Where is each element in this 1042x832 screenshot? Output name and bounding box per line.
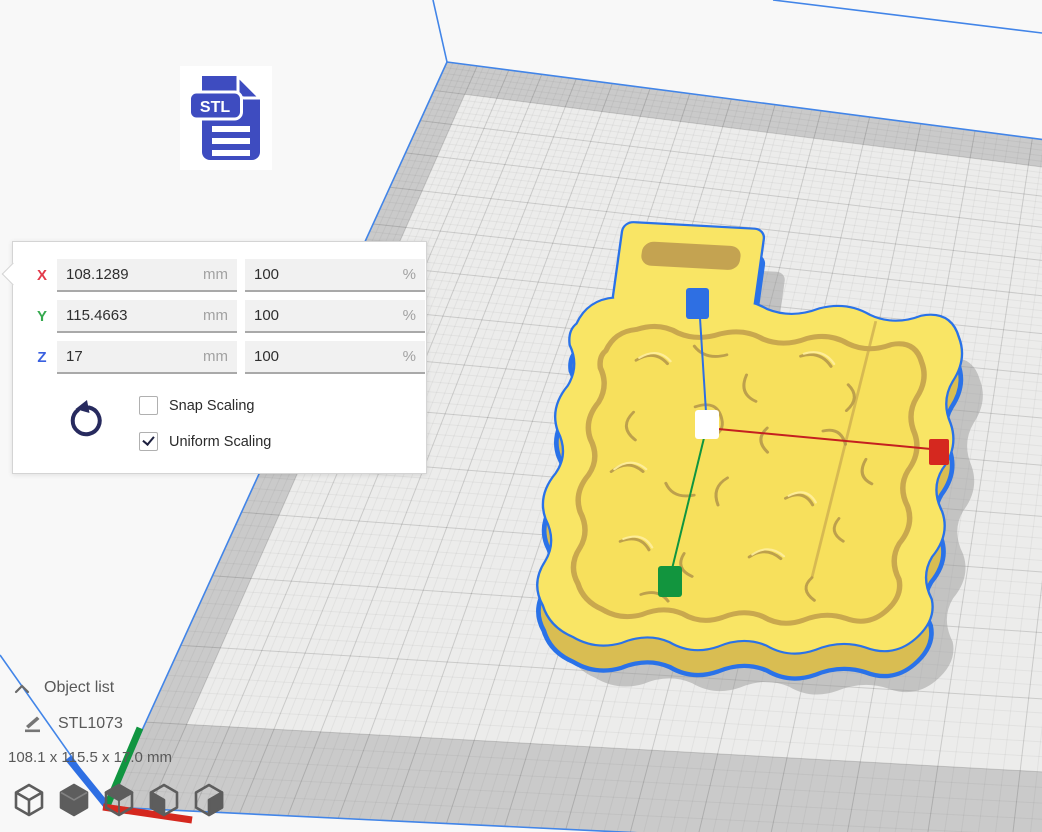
view-left-icon [145,781,183,819]
scale-y-percent-input[interactable] [245,307,403,324]
percent-unit-label: % [403,348,425,365]
reset-scale-button[interactable] [65,400,105,440]
view-3d-button[interactable] [10,781,48,819]
axis-y-label: Y [33,308,51,325]
axis-x-label: X [33,267,51,284]
snap-scaling-label: Snap Scaling [158,398,254,414]
scale-y-percent-field: % [245,300,425,333]
cura-workspace: { "file_icon": { "label": "STL" }, "scal… [0,0,1042,832]
stl-document-icon: STL [188,74,264,162]
mm-unit-label: mm [203,348,237,365]
scale-z-mm-field: mm [57,341,237,374]
view-front-icon [55,781,93,819]
axis-z-label: Z [33,349,51,366]
scale-y-mm-field: mm [57,300,237,333]
scale-z-percent-input[interactable] [245,348,403,365]
scale-row-x: X mm % [13,259,426,292]
camera-view-toolbar [10,781,228,819]
view-top-button[interactable] [100,781,138,819]
scale-handle-x[interactable] [929,439,949,465]
scale-handle-center[interactable] [695,410,719,439]
mm-unit-label: mm [203,307,237,324]
selected-model-dimensions: 108.1 x 115.5 x 17.0 mm [8,749,172,766]
scale-z-mm-input[interactable] [57,348,203,365]
scale-handle-y[interactable] [658,566,682,597]
reset-scale-icon [65,400,105,440]
checkbox-box [139,396,158,415]
scale-row-y: Y mm % [13,300,426,333]
percent-unit-label: % [403,266,425,283]
scale-x-mm-input[interactable] [57,266,203,283]
mm-unit-label: mm [203,266,237,283]
object-list-collapse-button[interactable] [13,682,31,696]
scale-x-percent-field: % [245,259,425,292]
percent-unit-label: % [403,307,425,324]
stl-file-icon: STL [180,66,272,170]
stl-badge-label: STL [200,99,230,116]
uniform-scaling-checkbox[interactable]: Uniform Scaling [139,432,271,451]
scale-handle-z[interactable] [686,288,709,319]
scale-y-mm-input[interactable] [57,307,203,324]
snap-scaling-checkbox[interactable]: Snap Scaling [139,396,254,415]
scale-row-z: Z mm % [13,341,426,374]
object-list-item-stl1073[interactable]: STL1073 [58,715,123,733]
scale-tool-panel: X mm % Y mm % Z mm % [12,241,427,474]
checkbox-box [139,432,158,451]
view-front-button[interactable] [55,781,93,819]
object-list-header[interactable]: Object list [44,679,114,697]
scale-x-mm-field: mm [57,259,237,292]
view-3d-icon [10,781,48,819]
scale-x-percent-input[interactable] [245,266,403,283]
view-top-icon [100,781,138,819]
model-cavity-floor [562,324,935,631]
view-right-icon [190,781,228,819]
scale-z-percent-field: % [245,341,425,374]
uniform-scaling-label: Uniform Scaling [158,434,271,450]
mesh-edit-icon [22,712,44,734]
view-right-button[interactable] [190,781,228,819]
view-left-button[interactable] [145,781,183,819]
